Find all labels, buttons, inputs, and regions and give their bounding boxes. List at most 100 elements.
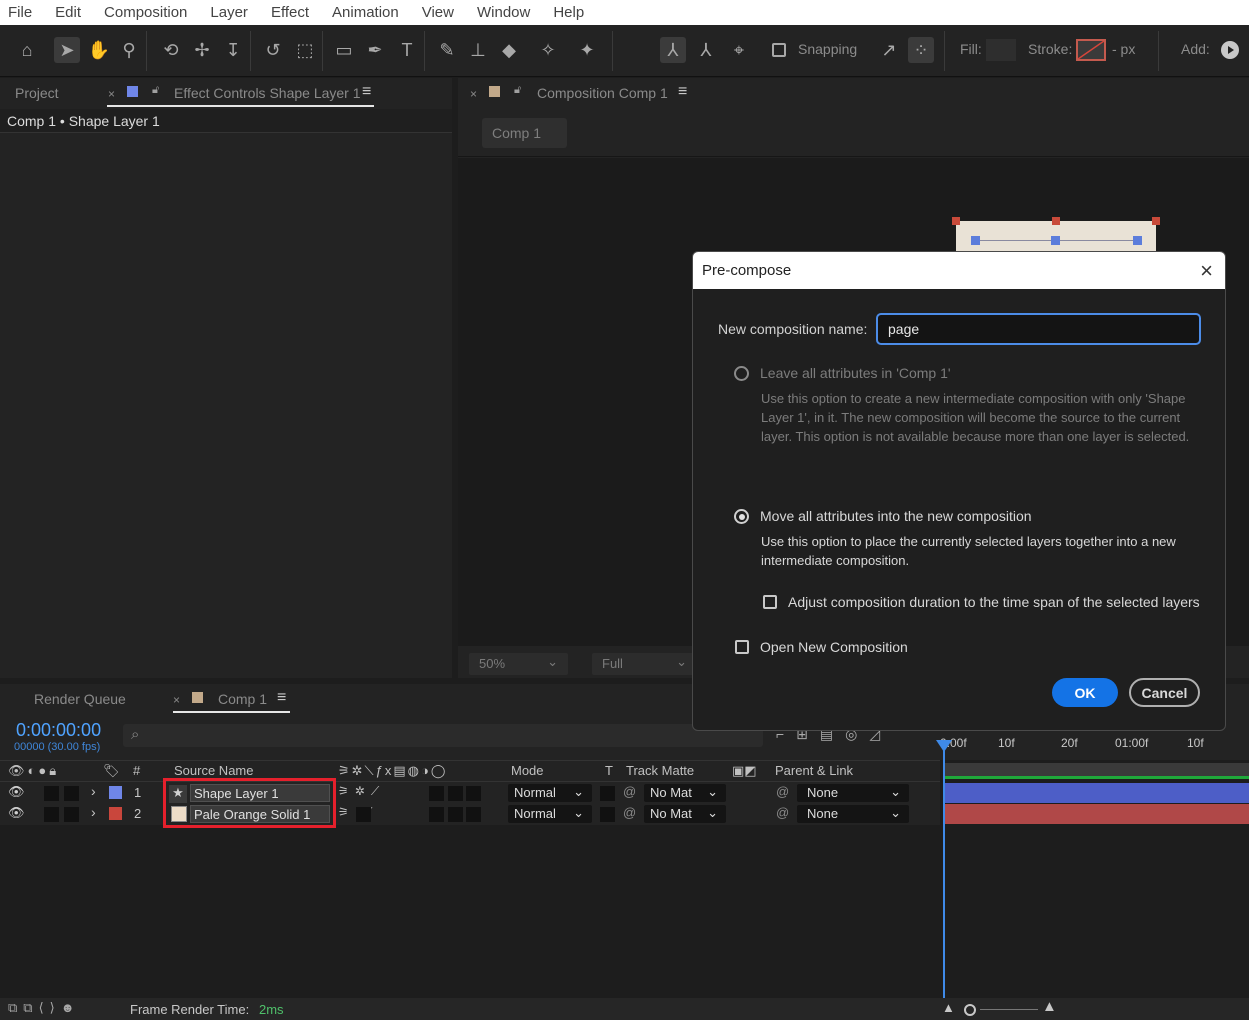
timecode[interactable]: 0:00:00:00 (16, 720, 101, 741)
stroke-width[interactable]: - px (1112, 41, 1135, 57)
tab-composition[interactable]: Composition Comp 1 (537, 85, 668, 101)
status-toggle-icons[interactable]: ⧉⧉⟨⟩☻ (8, 1000, 80, 1016)
brush-tool-icon[interactable]: ✎ (434, 37, 460, 63)
pan-camera-icon[interactable]: ✢ (189, 37, 215, 63)
lock-toggle[interactable] (64, 786, 79, 801)
add-icon[interactable] (1221, 41, 1239, 59)
adjust-duration-checkbox[interactable] (763, 595, 777, 609)
type-tool-icon[interactable]: T (394, 37, 420, 63)
hand-tool-icon[interactable]: ✋ (86, 37, 112, 63)
parent-dropdown[interactable]: None ⌄ (797, 784, 909, 802)
comp-chip[interactable]: Comp 1 (482, 118, 567, 148)
expand-chevron-icon[interactable]: › (91, 804, 96, 820)
resolution-dropdown[interactable]: Full ⌄ (592, 653, 697, 675)
rotate-tool-icon[interactable]: ↺ (260, 37, 286, 63)
lock-toggle[interactable] (64, 807, 79, 822)
parent-pickwhip-icon[interactable]: @ (776, 805, 789, 820)
panel-menu-icon[interactable]: ≡ (678, 83, 687, 101)
switch-box[interactable] (429, 786, 444, 801)
dolly-camera-icon[interactable]: ↧ (220, 37, 246, 63)
pen-tool-icon[interactable]: ✒ (362, 37, 388, 63)
zoom-slider-thumb[interactable] (964, 1004, 976, 1016)
solo-toggle[interactable] (44, 786, 59, 801)
view-axis-icon[interactable]: ⌖ (726, 37, 752, 63)
layer-label-color[interactable] (109, 807, 122, 820)
panel-menu-icon[interactable]: ≡ (277, 689, 286, 707)
parent-pickwhip-icon[interactable]: @ (776, 784, 789, 799)
zoom-in-icon[interactable]: ▲ (1042, 998, 1057, 1015)
layer-bar-2[interactable] (944, 804, 1249, 824)
parent-dropdown[interactable]: None ⌄ (797, 805, 909, 823)
snap-feature-icon[interactable]: ⁘ (908, 37, 934, 63)
zoom-dropdown[interactable]: 50% ⌄ (469, 653, 568, 675)
preserve-transparency-toggle[interactable] (600, 807, 615, 822)
lock-icon[interactable]: 🔓︎ (152, 84, 159, 97)
preserve-transparency-toggle[interactable] (600, 786, 615, 801)
puppet-tool-icon[interactable]: ✦ (574, 37, 600, 63)
layer-switch-icons[interactable]: ⚞✲⟋ (338, 784, 385, 799)
menu-effect[interactable]: Effect (267, 4, 313, 21)
home-icon[interactable]: ⌂ (14, 37, 40, 63)
eraser-tool-icon[interactable]: ◆ (496, 37, 522, 63)
open-new-comp-checkbox[interactable] (735, 640, 749, 654)
table-row[interactable]: 👁︎ › 1 ★ Shape Layer 1 ⚞✲⟋ Normal ⌄ @ No … (0, 783, 940, 804)
mode-dropdown[interactable]: Normal ⌄ (508, 784, 592, 802)
timeline-empty-area[interactable] (0, 825, 940, 998)
close-icon[interactable]: × (108, 87, 115, 101)
selection-tool-icon[interactable]: ➤ (54, 37, 80, 63)
layer-bar-1[interactable] (944, 783, 1249, 803)
snap-edge-icon[interactable]: ↗ (876, 37, 902, 63)
zoom-tool-icon[interactable]: ⚲ (116, 37, 142, 63)
orbit-camera-icon[interactable]: ⟲ (158, 37, 184, 63)
tab-project[interactable]: Project (15, 85, 59, 101)
timeline-search-input[interactable]: ⌕ (123, 724, 763, 747)
cancel-button[interactable]: Cancel (1129, 678, 1200, 707)
switch-box[interactable] (466, 807, 481, 822)
eye-icon[interactable]: 👁︎ (8, 784, 25, 800)
layer-label-color[interactable] (109, 786, 122, 799)
roto-brush-icon[interactable]: ✧ (535, 37, 561, 63)
lock-icon[interactable]: 🔓︎ (514, 84, 521, 97)
mode-dropdown[interactable]: Normal ⌄ (508, 805, 592, 823)
snapping-checkbox[interactable] (772, 43, 786, 57)
playhead-icon[interactable] (936, 740, 952, 754)
menu-view[interactable]: View (418, 4, 458, 21)
panel-menu-icon[interactable]: ≡ (362, 83, 371, 101)
close-icon[interactable]: × (1200, 258, 1213, 284)
close-icon[interactable]: × (470, 87, 477, 101)
shape-layer-preview[interactable] (952, 217, 1160, 251)
zoom-slider-track[interactable] (980, 1009, 1038, 1010)
menu-file[interactable]: File (4, 4, 36, 21)
fill-swatch[interactable] (986, 39, 1016, 61)
close-icon[interactable]: × (173, 693, 180, 707)
switch-box[interactable] (356, 807, 371, 822)
current-time-indicator[interactable] (943, 740, 945, 998)
composition-name-input[interactable] (876, 313, 1201, 345)
table-row[interactable]: 👁︎ › 2 Pale Orange Solid 1 ⚞ ⟋ Normal ⌄ @… (0, 804, 940, 825)
switch-box[interactable] (448, 786, 463, 801)
menu-composition[interactable]: Composition (100, 4, 191, 21)
ok-button[interactable]: OK (1052, 678, 1118, 707)
world-axis-icon[interactable]: ⅄ (693, 37, 719, 63)
menu-edit[interactable]: Edit (51, 4, 85, 21)
clone-stamp-icon[interactable]: ⊥ (465, 37, 491, 63)
timeline-graph[interactable] (940, 760, 1249, 998)
tab-render-queue[interactable]: Render Queue (34, 691, 126, 707)
eye-icon[interactable]: 👁︎ (8, 805, 25, 821)
move-attributes-radio[interactable] (734, 509, 749, 524)
menu-window[interactable]: Window (473, 4, 534, 21)
menu-layer[interactable]: Layer (206, 4, 252, 21)
column-source-name[interactable]: Source Name (174, 763, 253, 778)
switch-box[interactable] (429, 807, 444, 822)
switch-box[interactable] (466, 786, 481, 801)
tab-effect-controls[interactable]: Effect Controls Shape Layer 1 (174, 85, 361, 101)
tab-comp[interactable]: Comp 1 (218, 691, 267, 707)
pickwhip-icon[interactable]: @ (623, 805, 636, 820)
menu-animation[interactable]: Animation (328, 4, 403, 21)
anchor-tool-icon[interactable]: ⬚ (292, 37, 318, 63)
menu-help[interactable]: Help (549, 4, 588, 21)
pickwhip-icon[interactable]: @ (623, 784, 636, 799)
switch-box[interactable] (448, 807, 463, 822)
expand-chevron-icon[interactable]: › (91, 783, 96, 799)
leave-attributes-radio[interactable] (734, 366, 749, 381)
